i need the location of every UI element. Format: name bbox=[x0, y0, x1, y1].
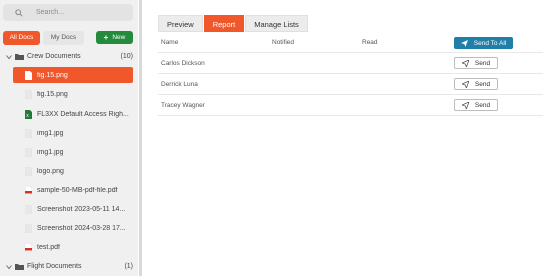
file-item[interactable]: Screenshot 2024-03-28 17... bbox=[13, 220, 133, 236]
folder-count: (10) bbox=[120, 53, 133, 60]
folder-label: Crew Documents bbox=[27, 53, 81, 60]
table-row: Carlos Dickson Send bbox=[158, 53, 543, 74]
main-tabs: Preview Report Manage Lists bbox=[158, 15, 308, 32]
send-label: Send bbox=[474, 80, 491, 88]
file-item[interactable]: test.pdf bbox=[13, 239, 133, 255]
tab-report[interactable]: Report bbox=[203, 15, 245, 32]
table-header: Name Notified Read Send To All bbox=[158, 33, 543, 53]
tab-all-docs[interactable]: All Docs bbox=[3, 31, 40, 45]
send-button[interactable]: Send bbox=[454, 57, 498, 69]
image-file-icon bbox=[25, 128, 32, 138]
file-item[interactable]: img1.jpg bbox=[13, 144, 133, 160]
file-name: logo.png bbox=[37, 167, 64, 175]
send-icon bbox=[460, 39, 468, 47]
send-label: Send bbox=[474, 59, 491, 67]
file-name: FL3XX Default Access Righ... bbox=[37, 110, 129, 118]
file-name: sample-50-MB-pdf-file.pdf bbox=[37, 186, 118, 194]
file-item[interactable]: x FL3XX Default Access Righ... bbox=[13, 106, 133, 122]
plus-icon: + bbox=[103, 32, 109, 42]
chevron-down-icon bbox=[6, 54, 12, 59]
folder-icon bbox=[15, 264, 24, 270]
file-name: fig.15.png bbox=[37, 90, 68, 98]
image-file-icon bbox=[25, 89, 32, 99]
folder-icon bbox=[15, 54, 24, 60]
tab-manage-lists[interactable]: Manage Lists bbox=[245, 15, 308, 32]
tab-my-docs[interactable]: My Docs bbox=[43, 31, 84, 45]
send-icon bbox=[461, 59, 469, 67]
file-item[interactable]: sample-50-MB-pdf-file.pdf bbox=[13, 182, 133, 198]
excel-file-icon: x bbox=[25, 109, 32, 119]
image-file-icon bbox=[25, 223, 32, 233]
file-item[interactable]: fig.15.png bbox=[13, 67, 133, 83]
folder-count: (1) bbox=[124, 263, 133, 270]
folder-crew-documents[interactable]: Crew Documents (10) bbox=[0, 50, 133, 63]
folder-label: Flight Documents bbox=[27, 263, 82, 270]
file-item[interactable]: img1.jpg bbox=[13, 125, 133, 141]
file-name: Screenshot 2024-03-28 17... bbox=[37, 224, 126, 232]
send-icon bbox=[461, 80, 469, 88]
sidebar: Search... All Docs My Docs + New Crew Do… bbox=[0, 0, 138, 276]
sidebar-scrollbar[interactable] bbox=[139, 0, 142, 276]
recipient-name: Derrick Luna bbox=[161, 80, 198, 88]
send-icon bbox=[461, 101, 469, 109]
send-to-all-button[interactable]: Send To All bbox=[454, 37, 513, 49]
file-name: test.pdf bbox=[37, 243, 60, 251]
file-name: img1.jpg bbox=[37, 129, 64, 137]
file-item[interactable]: fig.15.png bbox=[13, 86, 133, 102]
send-to-all-label: Send To All bbox=[473, 39, 507, 47]
search-input[interactable]: Search... bbox=[3, 4, 133, 21]
table-row: Derrick Luna Send bbox=[158, 74, 543, 95]
file-name: Screenshot 2023-05-11 14... bbox=[37, 205, 126, 213]
image-file-icon bbox=[25, 204, 32, 214]
send-label: Send bbox=[474, 101, 491, 109]
image-file-icon bbox=[25, 166, 32, 176]
table-row: Tracey Wagner Send bbox=[158, 95, 543, 116]
pdf-file-icon bbox=[25, 185, 32, 195]
column-header-read: Read bbox=[362, 39, 378, 46]
file-name: img1.jpg bbox=[37, 148, 64, 156]
column-header-name: Name bbox=[161, 39, 179, 46]
folder-flight-documents[interactable]: Flight Documents (1) bbox=[0, 260, 133, 273]
file-item[interactable]: Screenshot 2023-05-11 14... bbox=[13, 201, 133, 217]
send-button[interactable]: Send bbox=[454, 99, 498, 111]
new-button[interactable]: + New bbox=[96, 31, 133, 44]
pdf-file-icon bbox=[25, 242, 32, 252]
search-icon bbox=[15, 8, 23, 17]
file-name: fig.15.png bbox=[37, 71, 68, 79]
recipient-name: Tracey Wagner bbox=[161, 101, 205, 109]
new-button-label: New bbox=[112, 34, 126, 41]
file-item[interactable]: logo.png bbox=[13, 163, 133, 179]
column-header-notified: Notified bbox=[272, 39, 295, 46]
recipient-name: Carlos Dickson bbox=[161, 59, 205, 67]
tab-preview[interactable]: Preview bbox=[158, 15, 203, 32]
search-placeholder: Search... bbox=[36, 9, 65, 16]
image-file-icon bbox=[25, 70, 32, 80]
image-file-icon bbox=[25, 147, 32, 157]
chevron-down-icon bbox=[6, 264, 12, 269]
send-button[interactable]: Send bbox=[454, 78, 498, 90]
report-table: Name Notified Read Send To All Carlos Di… bbox=[158, 33, 543, 116]
